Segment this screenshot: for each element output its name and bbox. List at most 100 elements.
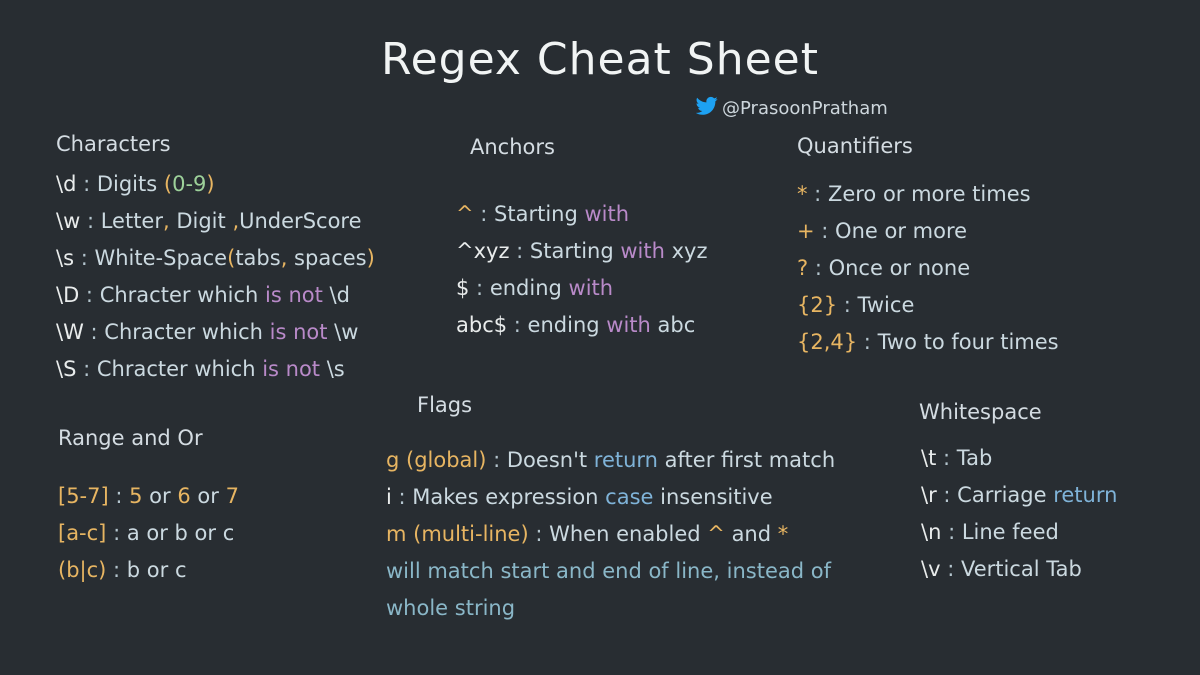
- row-text: b or c: [126, 558, 187, 582]
- cheat-row: ^ : Starting with: [456, 196, 708, 233]
- row-text: :: [108, 484, 130, 508]
- cheat-row: * : Zero or more times: [797, 176, 1059, 213]
- row-text: xyz: [664, 239, 708, 263]
- cheat-row: {2} : Twice: [797, 287, 1059, 324]
- row-text: of: [648, 559, 669, 583]
- row-text: \s: [320, 357, 345, 381]
- row-text: (: [163, 172, 173, 196]
- row-text: Chracter which: [99, 283, 266, 307]
- row-text: abc: [650, 313, 696, 337]
- row-text: :: [486, 448, 507, 472]
- row-text: :: [940, 557, 961, 581]
- row-text: :: [473, 202, 495, 226]
- row-text: ): [366, 246, 375, 270]
- row-text: :: [106, 558, 127, 582]
- row-text: Twice: [857, 293, 915, 317]
- row-text: (multi-line): [413, 522, 529, 546]
- cheat-row: \w : Letter, Digit ,UnderScore: [56, 203, 375, 240]
- row-text: ,: [162, 209, 170, 233]
- row-text: :: [469, 276, 490, 300]
- row-token: {2}: [797, 293, 838, 317]
- section-heading: Range and Or: [58, 426, 203, 450]
- row-text: Doesn't: [506, 448, 594, 472]
- row-token: g: [386, 448, 407, 472]
- row-text: Two to four times: [877, 330, 1059, 354]
- cheat-row: g (global) : Doesn't return after first …: [386, 442, 835, 479]
- cheat-row: \v : Vertical Tab: [921, 551, 1117, 588]
- row-token: will match start and end: [386, 559, 649, 583]
- row-text: \d: [322, 283, 350, 307]
- row-text: :: [76, 357, 97, 381]
- row-text: Letter: [100, 209, 163, 233]
- cheat-row: i : Makes expression case insensitive: [386, 479, 835, 516]
- row-text: ending: [527, 313, 607, 337]
- row-text: :: [941, 520, 962, 544]
- row-token: abc$: [456, 313, 508, 337]
- row-text: One or more: [835, 219, 968, 243]
- cheat-row: \D : Chracter which is not \d: [56, 277, 375, 314]
- row-text: 7: [225, 484, 239, 508]
- row-text: :: [391, 485, 413, 509]
- row-token: \n: [921, 520, 942, 544]
- row-text: *: [777, 522, 789, 546]
- cheat-row: m (multi-line) : When enabled ^ and *: [386, 516, 835, 553]
- row-text: is not: [265, 283, 323, 307]
- row-text: or: [190, 484, 226, 508]
- row-text: :: [76, 172, 97, 196]
- row-text: with: [606, 313, 651, 337]
- cheat-row: \n : Line feed: [921, 514, 1117, 551]
- row-text: ^: [707, 522, 725, 546]
- row-token: \t: [921, 446, 937, 470]
- section-heading: Whitespace: [919, 400, 1042, 424]
- cheat-row: {2,4} : Two to four times: [797, 324, 1059, 361]
- row-text: tabs: [235, 246, 281, 270]
- cheat-row: \s : White-Space(tabs, spaces): [56, 240, 375, 277]
- row-text: Chracter which: [96, 357, 263, 381]
- row-text: :: [106, 521, 127, 545]
- twitter-handle[interactable]: @PrasoonPratham: [695, 96, 888, 121]
- cheat-row: + : One or more: [797, 213, 1059, 250]
- row-text: or: [149, 484, 178, 508]
- row-token: \W: [56, 320, 84, 344]
- cheat-row: [5-7] : 5 or 6 or 7: [58, 478, 239, 515]
- rows: \d : Digits (0-9) \w : Letter, Digit ,Und…: [56, 166, 375, 388]
- row-token: \w: [56, 209, 81, 233]
- row-text: \w: [327, 320, 359, 344]
- row-token: [5-7]: [58, 484, 109, 508]
- row-text: :: [509, 239, 530, 263]
- row-text: ): [206, 172, 215, 196]
- cheat-row: $ : ending with: [456, 270, 708, 307]
- section-whitespace: Whitespace \t : Tab \r : Carriage return \…: [919, 400, 1117, 581]
- row-text: (global): [406, 448, 487, 472]
- row-token: \v: [921, 557, 941, 581]
- section-heading: Flags: [417, 393, 473, 417]
- row-text: with: [584, 202, 630, 226]
- rows: * : Zero or more times + : One or more? :…: [797, 176, 1059, 361]
- row-text: :: [814, 219, 836, 243]
- cheat-row: ^xyz : Starting with xyz: [456, 233, 708, 270]
- cheat-row: \S : Chracter which is not \s: [56, 351, 375, 388]
- row-token: \S: [56, 357, 77, 381]
- section-flags: Flags g (global) : Doesn't return after …: [386, 393, 835, 620]
- row-text: return: [1053, 483, 1118, 507]
- row-text: Chracter which: [104, 320, 270, 344]
- row-text: a or b or c: [126, 521, 235, 545]
- row-token: ?: [797, 256, 809, 280]
- row-text: :: [80, 209, 101, 233]
- cheat-row: \W : Chracter which is not \w: [56, 314, 375, 351]
- row-text: Tab: [956, 446, 993, 470]
- row-token: \r: [921, 483, 937, 507]
- cheat-row: abc$ : ending with abc: [456, 307, 708, 344]
- cheat-row: ? : Once or none: [797, 250, 1059, 287]
- row-token: m: [386, 522, 414, 546]
- row-text: :: [507, 313, 528, 337]
- row-text: Starting: [529, 239, 621, 263]
- row-text: :: [936, 483, 958, 507]
- row-token: \d: [56, 172, 77, 196]
- row-text: is not: [262, 357, 321, 381]
- row-text: Makes expression: [412, 485, 606, 509]
- row-text: :: [936, 446, 957, 470]
- twitter-handle-text: @PrasoonPratham: [722, 98, 888, 119]
- row-token: +: [797, 219, 815, 243]
- row-text: return: [593, 448, 658, 472]
